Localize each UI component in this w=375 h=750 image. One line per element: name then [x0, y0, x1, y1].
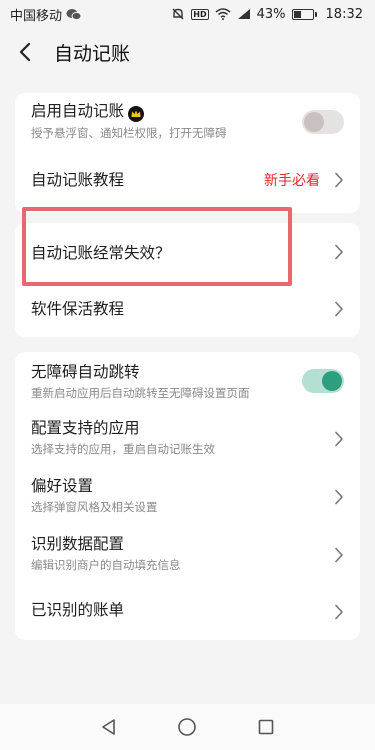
signal-icon	[237, 8, 251, 20]
chevron-right-icon	[335, 431, 343, 447]
preferences-title: 偏好设置	[31, 477, 94, 495]
card-troubleshooting: 自动记账经常失效？ 软件保活教程	[15, 223, 360, 337]
recents-square-icon	[258, 719, 274, 735]
battery-level	[293, 10, 301, 18]
nav-recents-button[interactable]	[246, 707, 286, 747]
failure-title: 自动记账经常失效？	[31, 244, 171, 262]
back-button[interactable]	[0, 28, 50, 76]
row-recognition-data-config[interactable]: 识别数据配置 编辑识别商户的自动填充信息	[15, 526, 360, 582]
system-nav-bar	[0, 704, 375, 750]
chevron-right-icon	[335, 244, 343, 260]
back-arrow-icon	[19, 42, 31, 62]
row-accessibility-auto-jump[interactable]: 无障碍自动跳转 重新启动应用后自动跳转至无障碍设置页面	[15, 352, 360, 408]
home-circle-icon	[178, 718, 197, 736]
status-bar-right: HD 43% 18:32	[171, 7, 363, 22]
wechat-icon	[66, 8, 82, 21]
carrier-label: 中国移动	[10, 8, 63, 24]
card-auto-accounting: 启用自动记账 授予悬浮窗、通知栏权限，打开无障碍 自动记账教程 新手必看	[15, 93, 360, 213]
nav-back-button[interactable]	[89, 707, 129, 747]
enable-auto-toggle[interactable]	[302, 110, 344, 134]
wifi-icon	[215, 8, 231, 20]
battery-percent: 43%	[256, 6, 286, 22]
row-preferences[interactable]: 偏好设置 选择弹窗风格及相关设置	[15, 468, 360, 524]
mute-icon	[171, 7, 185, 21]
row-keepalive-tutorial[interactable]: 软件保活教程	[15, 281, 360, 337]
tutorial-title: 自动记账教程	[31, 171, 125, 189]
status-bar-left: 中国移动	[10, 5, 82, 24]
accessibility-jump-title: 无障碍自动跳转	[31, 363, 140, 381]
recognition-data-subtitle: 编辑识别商户的自动填充信息	[31, 558, 181, 572]
status-bar: 中国移动 HD 43% 18:32	[0, 0, 375, 28]
toggle-knob	[304, 112, 324, 132]
recognized-bills-title: 已识别的账单	[31, 601, 125, 619]
enable-auto-title: 启用自动记账	[31, 102, 125, 120]
nav-home-button[interactable]	[167, 707, 207, 747]
row-auto-accounting-failure[interactable]: 自动记账经常失效？	[15, 223, 360, 281]
page-title: 自动记账	[54, 42, 131, 65]
chevron-right-icon	[335, 489, 343, 505]
hd-badge: HD	[191, 8, 209, 20]
accessibility-jump-subtitle: 重新启动应用后自动跳转至无障碍设置页面	[31, 386, 250, 400]
toggle-knob	[322, 371, 342, 391]
back-triangle-icon	[102, 719, 115, 735]
enable-auto-title-wrap: 启用自动记账	[31, 101, 227, 122]
row-enable-auto-accounting[interactable]: 启用自动记账 授予悬浮窗、通知栏权限，打开无障碍	[15, 93, 360, 151]
recognition-data-title: 识别数据配置	[31, 535, 125, 553]
chevron-right-icon	[335, 172, 343, 188]
chevron-right-icon	[335, 301, 343, 317]
row-recognized-bills[interactable]: 已识别的账单	[15, 584, 360, 640]
supported-apps-subtitle: 选择支持的应用，重启自动记账生效	[31, 442, 215, 456]
battery-icon	[291, 8, 317, 20]
keepalive-title: 软件保活教程	[31, 300, 125, 318]
crown-icon	[128, 106, 145, 122]
app-header: 自动记账	[0, 28, 375, 76]
card-settings: 无障碍自动跳转 重新启动应用后自动跳转至无障碍设置页面 配置支持的应用 选择支持…	[15, 352, 360, 640]
row-auto-accounting-tutorial[interactable]: 自动记账教程 新手必看	[15, 151, 360, 209]
newbie-must-see-badge: 新手必看	[264, 173, 320, 189]
supported-apps-title: 配置支持的应用	[31, 419, 140, 437]
preferences-subtitle: 选择弹窗风格及相关设置	[31, 500, 158, 514]
chevron-right-icon	[335, 547, 343, 563]
chevron-right-icon	[335, 604, 343, 620]
clock: 18:32	[325, 6, 363, 22]
accessibility-jump-toggle[interactable]	[302, 369, 344, 393]
enable-auto-subtitle: 授予悬浮窗、通知栏权限，打开无障碍	[31, 126, 227, 140]
row-supported-apps[interactable]: 配置支持的应用 选择支持的应用，重启自动记账生效	[15, 410, 360, 466]
